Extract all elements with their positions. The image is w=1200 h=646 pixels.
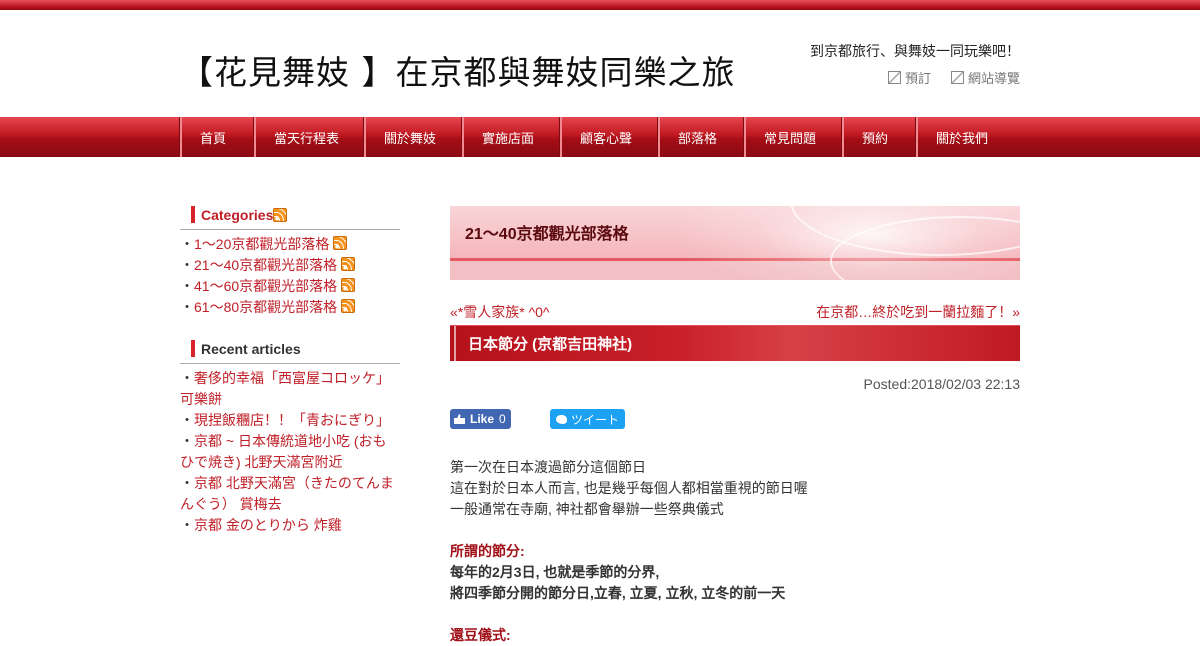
category-item[interactable]: ・61～80京都觀光部落格 (180, 297, 400, 318)
bullet: ・ (180, 278, 194, 294)
divider (180, 363, 400, 364)
nav-item-blog[interactable]: 部落格 (658, 117, 744, 157)
post-title: 日本節分 (京都吉田神社) (468, 336, 633, 353)
top-accent-bar (0, 0, 1200, 10)
prev-post-link[interactable]: «*雪人家族* ^0^ (450, 302, 550, 322)
banner-decoration (830, 216, 1020, 280)
bullet: ・ (180, 433, 194, 449)
twitter-bird-icon (556, 414, 567, 424)
post-body: 第一次在日本渡過節分這個節日 這在對於日本人而言, 也是幾乎每個人都相當重視的節… (450, 457, 1020, 646)
bullet: ・ (180, 299, 194, 315)
recent-article-item[interactable]: ・京都 北野天滿宮（きたのてんまんぐう） 賞梅去 (180, 473, 400, 515)
recent-articles-heading: Recent articles (180, 340, 400, 358)
rss-icon[interactable] (341, 278, 356, 292)
like-count: 0 (499, 412, 506, 426)
facebook-like-button[interactable]: Like 0 (450, 409, 511, 429)
site-tagline: 到京都旅行、與舞妓一同玩樂吧！ (810, 43, 1020, 59)
recent-article-link[interactable]: 京都 金のとりから 炸雞 (194, 517, 342, 533)
reservation-link-label: 預訂 (904, 71, 931, 86)
main-content: 21～40京都觀光部落格 «*雪人家族* ^0^ 在京都…終於吃到一蘭拉麵了！»… (450, 206, 1020, 646)
nav-item-home[interactable]: 首頁 (180, 117, 254, 157)
bullet: ・ (180, 517, 194, 533)
sitemap-link[interactable]: 網站導覽 (950, 68, 1020, 87)
category-link[interactable]: 41～60京都觀光部落格 (194, 278, 337, 294)
bullet: ・ (180, 236, 194, 252)
recent-article-item[interactable]: ・京都 金のとりから 炸雞 (180, 515, 400, 536)
category-link[interactable]: 1～20京都觀光部落格 (194, 236, 329, 252)
post-title-bar: 日本節分 (京都吉田神社) (450, 325, 1020, 362)
section-heading: 還豆儀式: (450, 627, 511, 643)
nav-item-stores[interactable]: 實施店面 (462, 117, 560, 157)
body-line: 第一次在日本渡過節分這個節日 (450, 459, 646, 475)
thumbs-up-icon (454, 414, 465, 424)
recent-articles-heading-label: Recent articles (201, 341, 301, 357)
recent-article-link[interactable]: 現捏飯糰店！！「青おにぎり」 (194, 412, 390, 428)
site-title[interactable]: 【花見舞妓 】在京都與舞妓同樂之旅 (180, 46, 736, 94)
nav-item-booking[interactable]: 預約 (842, 117, 916, 157)
post-navigation: «*雪人家族* ^0^ 在京都…終於吃到一蘭拉麵了！» (450, 302, 1020, 322)
nav-item-about-us[interactable]: 關於我們 (916, 117, 1016, 157)
next-post-link[interactable]: 在京都…終於吃到一蘭拉麵了！» (816, 302, 1020, 322)
section-heading: 所謂的節分: (450, 543, 525, 559)
body-line: 將四季節分開的節分日,立春, 立夏, 立秋, 立冬的前一天 (450, 585, 786, 601)
bullet: ・ (180, 475, 194, 491)
tweet-button[interactable]: ツイート (550, 409, 625, 429)
tweet-label: ツイート (571, 412, 620, 427)
category-link[interactable]: 21～40京都觀光部落格 (194, 257, 337, 273)
banner-decoration (790, 206, 1020, 256)
nav-item-faq[interactable]: 常見問題 (744, 117, 842, 157)
sitemap-link-label: 網站導覽 (967, 71, 1020, 86)
banner-title: 21～40京都觀光部落格 (465, 226, 629, 243)
post-date: Posted:2018/02/03 22:13 (863, 376, 1020, 392)
categories-heading-label[interactable]: Categories (201, 207, 273, 223)
category-link[interactable]: 61～80京都觀光部落格 (194, 299, 337, 315)
categories-heading: Categories (180, 206, 400, 224)
social-buttons: Like 0 ツイート (450, 409, 1020, 429)
recent-article-link[interactable]: 奢侈的幸福「西富屋コロッケ」可樂餅 (180, 370, 390, 407)
body-line: 一般通常在寺廟, 神社都會舉辦一些祭典儀式 (450, 501, 724, 517)
body-line: 這在對於日本人而言, 也是幾乎每個人都相當重視的節日喔 (450, 480, 808, 496)
nav-item-schedule[interactable]: 當天行程表 (254, 117, 364, 157)
category-item[interactable]: ・41～60京都觀光部落格 (180, 276, 400, 297)
rss-icon[interactable] (333, 236, 348, 250)
recent-article-item[interactable]: ・京都 ~ 日本傳統道地小吃 (おもひで焼き) 北野天滿宮附近 (180, 431, 400, 473)
reservation-link[interactable]: 預訂 (887, 68, 931, 87)
body-line: 每年的2月3日, 也就是季節的分界, (450, 564, 660, 580)
sidebar: Categories ・1～20京都觀光部落格 ・21～40京都觀光部落格 ・4… (180, 206, 400, 536)
category-item[interactable]: ・21～40京都觀光部落格 (180, 255, 400, 276)
category-item[interactable]: ・1～20京都觀光部落格 (180, 234, 400, 255)
recent-article-link[interactable]: 京都 北野天滿宮（きたのてんまんぐう） 賞梅去 (180, 475, 394, 512)
rss-icon[interactable] (341, 257, 356, 271)
utility-links: 預訂 網站導覽 (887, 68, 1020, 87)
bullet: ・ (180, 257, 194, 273)
nav-item-about-maiko[interactable]: 關於舞妓 (364, 117, 462, 157)
rss-icon[interactable] (273, 208, 288, 222)
nav-item-testimonials[interactable]: 顧客心聲 (560, 117, 658, 157)
rss-icon[interactable] (341, 299, 356, 313)
category-banner: 21～40京都觀光部落格 (450, 206, 1020, 280)
recent-article-link[interactable]: 京都 ~ 日本傳統道地小吃 (おもひで焼き) 北野天滿宮附近 (180, 433, 387, 470)
divider (180, 229, 400, 230)
recent-article-item[interactable]: ・現捏飯糰店！！「青おにぎり」 (180, 410, 400, 431)
main-nav: 首頁 當天行程表 關於舞妓 實施店面 顧客心聲 部落格 常見問題 預約 關於我們 (0, 117, 1200, 157)
page-icon (950, 71, 964, 84)
recent-article-item[interactable]: ・奢侈的幸福「西富屋コロッケ」可樂餅 (180, 368, 400, 410)
page-icon (887, 71, 901, 84)
like-label: Like (470, 412, 495, 426)
bullet: ・ (180, 370, 194, 386)
bullet: ・ (180, 412, 194, 428)
